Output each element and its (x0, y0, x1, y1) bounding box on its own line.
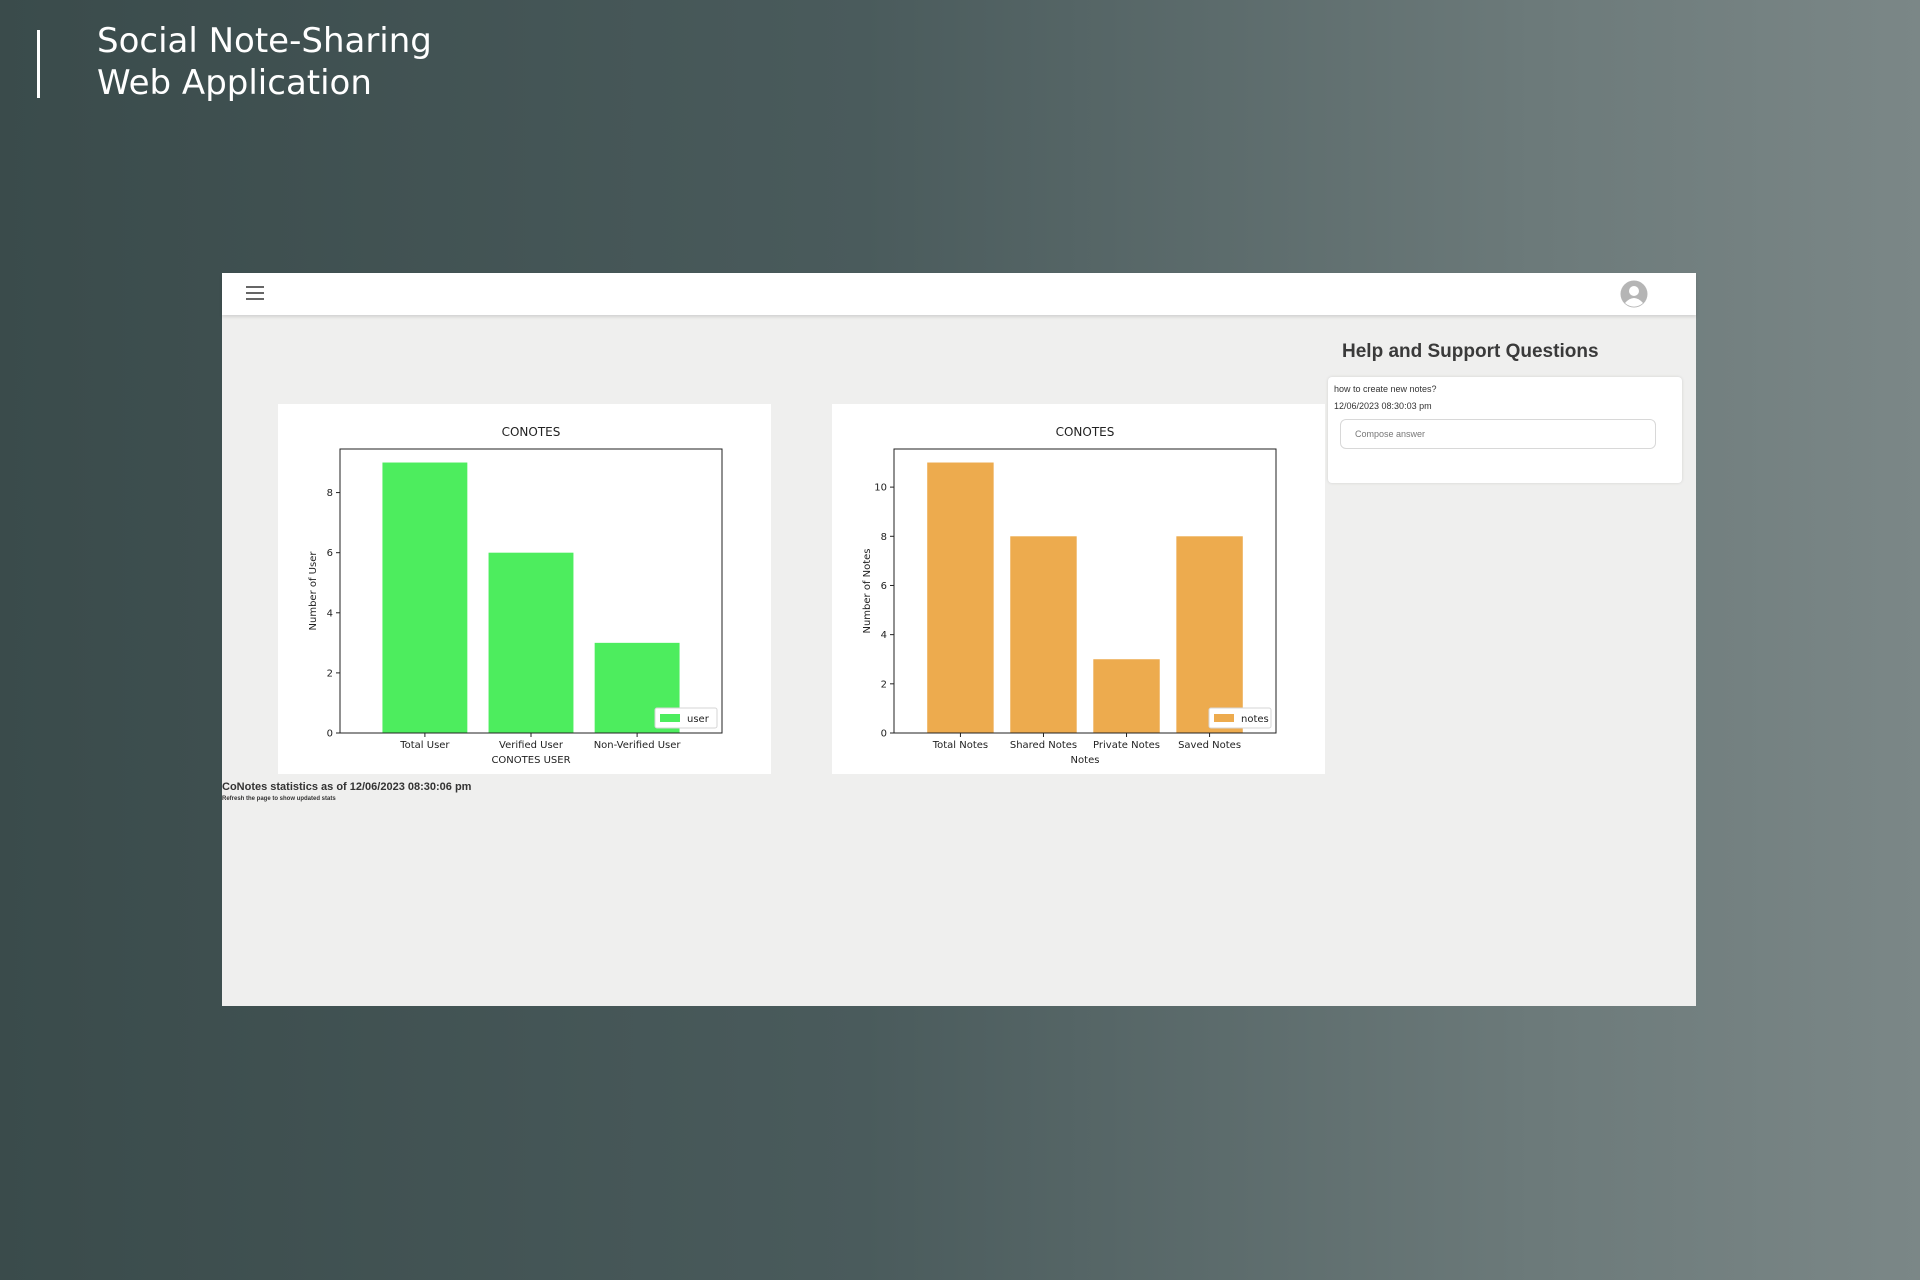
question-date: 12/06/2023 08:30:03 pm (1334, 401, 1432, 411)
x-tick-label-1: Verified User (499, 740, 564, 751)
y-tick-label-3: 6 (327, 548, 333, 559)
question-text: how to create new notes? (1334, 384, 1437, 394)
help-question-card: how to create new notes? 12/06/2023 08:3… (1328, 377, 1682, 483)
users-bar-chart: CONOTES Total User Verified User Non-Verifi… (308, 425, 723, 766)
hero-title: Social Note-Sharing Web Application (97, 20, 432, 104)
x-axis-label: Notes (1071, 755, 1100, 766)
users-chart-card: CONOTES Total User Verified User Non-Verifi… (278, 404, 771, 774)
y-tick-label-3: 6 (881, 581, 887, 592)
y-tick-label-0: 0 (327, 729, 333, 740)
hero-title-line1: Social Note-Sharing (97, 21, 432, 61)
top-navbar (222, 273, 1696, 315)
y-tick-label-2: 4 (881, 630, 887, 641)
legend-label: notes (1241, 714, 1269, 725)
x-axis-label: CONOTES USER (491, 755, 570, 766)
legend-swatch (1214, 714, 1234, 722)
x-tick-label-2: Non-Verified User (594, 740, 682, 751)
y-tick-label-1: 2 (327, 668, 333, 679)
notes-bar-chart: CONOTES Total Notes Shared Notes Private No… (862, 425, 1277, 766)
x-tick-label-2: Private Notes (1093, 740, 1160, 751)
y-axis-label: Number of User (308, 551, 319, 631)
user-avatar-icon[interactable] (1620, 280, 1648, 308)
bar-1 (1010, 536, 1077, 733)
chart-title: CONOTES (502, 425, 561, 439)
stats-refresh-hint: Refresh the page to show updated stats (222, 796, 336, 802)
y-tick-label-4: 8 (881, 532, 887, 543)
bar-0 (927, 462, 994, 733)
x-tick-label-3: Saved Notes (1178, 740, 1241, 751)
x-tick-label-0: Total User (399, 740, 450, 751)
compose-answer-input[interactable] (1340, 419, 1656, 449)
y-tick-label-5: 10 (874, 483, 887, 494)
y-axis-label: Number of Notes (862, 548, 873, 633)
x-tick-label-1: Shared Notes (1010, 740, 1077, 751)
hamburger-menu-icon[interactable] (246, 286, 264, 300)
app-window: CONOTES Total User Verified User Non-Verifi… (222, 273, 1696, 1006)
chart-title: CONOTES (1056, 425, 1115, 439)
hero-title-line2: Web Application (97, 63, 372, 103)
help-section-title: Help and Support Questions (1342, 341, 1599, 362)
bar-1 (488, 552, 574, 733)
hero-accent-bar (37, 30, 40, 98)
bar-0 (382, 462, 468, 733)
notes-chart-card: CONOTES Total Notes Shared Notes Private No… (832, 404, 1325, 774)
bar-2 (1093, 659, 1160, 733)
legend-swatch (660, 714, 680, 722)
x-tick-label-0: Total Notes (932, 740, 988, 751)
y-tick-label-1: 2 (881, 679, 887, 690)
y-tick-label-2: 4 (327, 608, 333, 619)
legend-label: user (687, 714, 710, 725)
y-tick-label-4: 8 (327, 488, 333, 499)
stats-timestamp: CoNotes statistics as of 12/06/2023 08:3… (222, 781, 472, 793)
y-tick-label-0: 0 (881, 729, 887, 740)
bar-3 (1176, 536, 1243, 733)
stats-caption: CoNotes statistics as of 12/06/2023 08:3… (222, 781, 471, 802)
